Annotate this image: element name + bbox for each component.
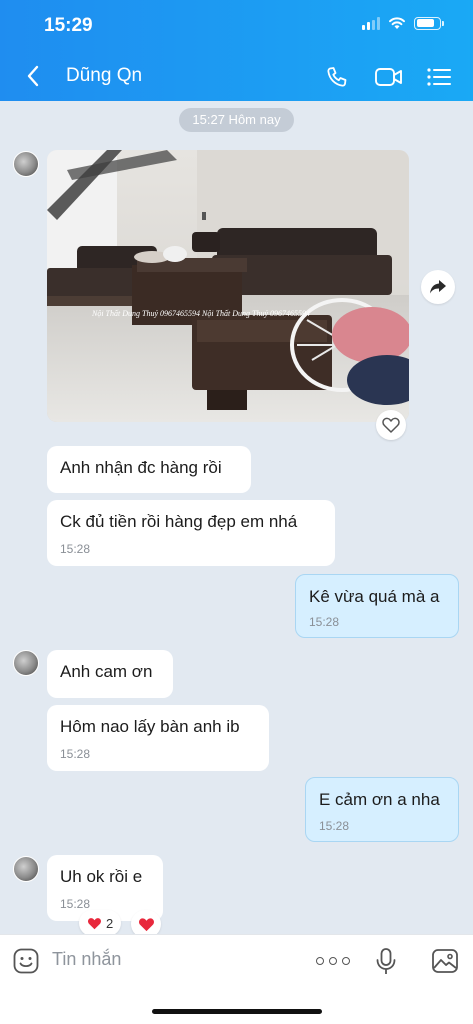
back-icon xyxy=(27,65,39,87)
voice-call-button[interactable] xyxy=(322,62,352,92)
image-icon xyxy=(432,949,458,973)
message-bubble[interactable]: Hôm nao lấy bàn anh ib 15:28 xyxy=(47,705,269,771)
chat-header: 15:29 Dũng Qn xyxy=(0,0,473,101)
battery-icon xyxy=(414,16,444,30)
living-room-photo: Nội Thất Dung Thuỷ 0967465594 Nội Thất D… xyxy=(47,150,409,422)
phone-icon xyxy=(327,67,347,87)
avatar[interactable] xyxy=(13,856,39,882)
home-indicator xyxy=(152,1009,322,1014)
more-button[interactable] xyxy=(316,951,350,971)
message-bubble[interactable]: Ck đủ tiền rồi hàng đẹp em nhá 15:28 xyxy=(47,500,335,566)
menu-button[interactable] xyxy=(424,62,454,92)
reaction-summary[interactable]: 2 xyxy=(79,910,122,936)
message-text: Anh cam ơn xyxy=(60,662,153,681)
share-button[interactable] xyxy=(421,270,455,304)
message-time: 15:28 xyxy=(60,542,91,556)
message-text: Hôm nao lấy bàn anh ib xyxy=(60,717,240,736)
contact-name[interactable]: Dũng Qn xyxy=(66,65,142,87)
video-call-icon xyxy=(375,68,402,86)
message-text: E cảm ơn a nha xyxy=(319,790,440,809)
heart-icon xyxy=(138,917,154,931)
avatar[interactable] xyxy=(13,650,39,676)
message-text: Ck đủ tiền rồi hàng đẹp em nhá xyxy=(60,512,298,531)
video-call-button[interactable] xyxy=(372,62,406,92)
photo-watermark: Nội Thất Dung Thuỷ 0967465594 Nội Thất D… xyxy=(91,309,310,318)
signal-icon xyxy=(362,16,380,30)
reaction-count: 2 xyxy=(106,915,114,931)
photo-message[interactable]: Nội Thất Dung Thuỷ 0967465594 Nội Thất D… xyxy=(47,150,409,422)
image-picker-button[interactable] xyxy=(431,947,459,975)
status-icons xyxy=(362,16,444,30)
voice-record-button[interactable] xyxy=(374,947,398,975)
message-bubble[interactable]: Anh cam ơn xyxy=(47,650,173,698)
time-separator: 15:27 Hôm nay xyxy=(179,108,294,132)
avatar[interactable] xyxy=(13,151,39,177)
message-time: 15:28 xyxy=(60,897,91,911)
message-time: 15:28 xyxy=(60,747,91,761)
microphone-icon xyxy=(376,948,396,974)
message-time: 15:28 xyxy=(319,819,350,833)
message-bubble[interactable]: Anh nhận đc hàng rồi xyxy=(47,446,251,493)
wifi-icon xyxy=(389,17,405,29)
message-time: 15:28 xyxy=(309,615,340,629)
message-text: Anh nhận đc hàng rồi xyxy=(60,458,222,477)
status-time: 15:29 xyxy=(44,15,93,36)
message-bubble-outgoing[interactable]: E cảm ơn a nha 15:28 xyxy=(305,777,459,842)
heart-outline-icon xyxy=(382,417,400,433)
message-input[interactable]: Tin nhắn xyxy=(52,949,121,970)
message-text: Kê vừa quá mà a xyxy=(309,587,440,606)
sticker-icon xyxy=(13,948,39,974)
message-bubble-outgoing[interactable]: Kê vừa quá mà a 15:28 xyxy=(295,574,459,638)
heart-icon xyxy=(88,917,101,929)
share-arrow-icon xyxy=(430,280,446,294)
sticker-button[interactable] xyxy=(12,947,40,975)
like-button[interactable] xyxy=(376,410,406,440)
back-button[interactable] xyxy=(20,62,46,90)
message-text: Uh ok rồi e xyxy=(60,867,143,886)
menu-list-icon xyxy=(427,68,451,86)
